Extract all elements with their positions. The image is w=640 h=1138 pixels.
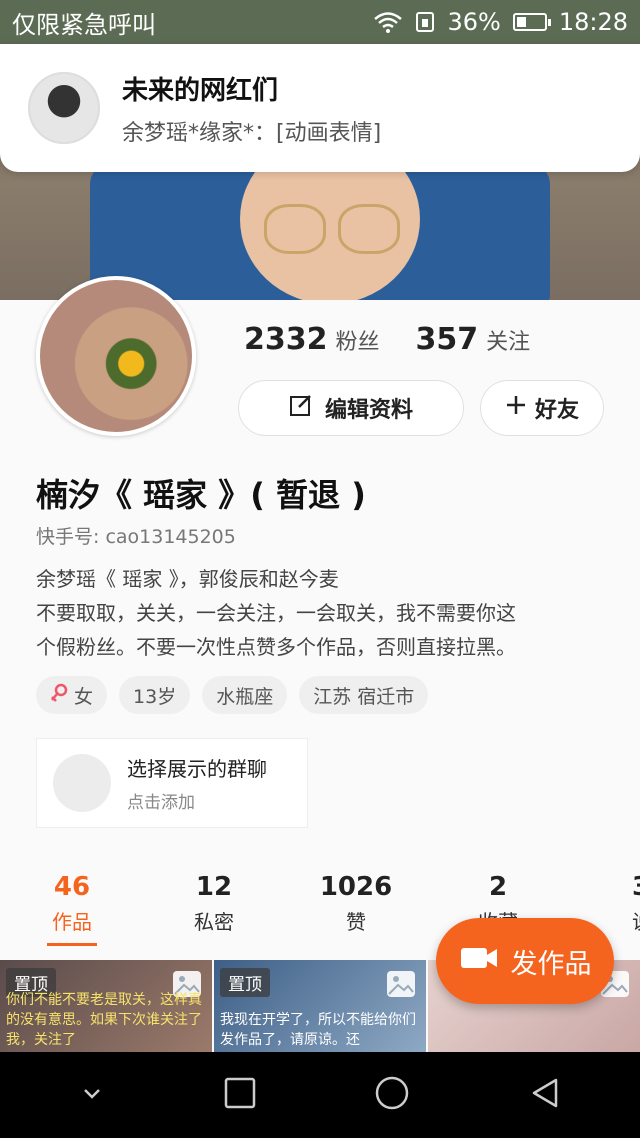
- wifi-icon: [373, 11, 403, 33]
- tab-label: 作品: [52, 910, 92, 934]
- work-thumbnail[interactable]: 置顶 我现在开学了，所以不能给你们发作品了，请原谅。还: [214, 960, 426, 1052]
- tab-count: 1026: [319, 872, 393, 902]
- tab-label: 私密: [194, 910, 234, 934]
- tab-likes[interactable]: 1026 赞: [296, 872, 416, 935]
- gender-label: 女: [74, 685, 94, 708]
- tab-count: 46: [53, 872, 91, 902]
- kuaishou-id: 快手号: cao13145205: [36, 526, 236, 548]
- notification-banner[interactable]: 未来的网红们 余梦瑶*缘家*：[动画表情]: [0, 44, 640, 172]
- gender-tag: 女: [36, 676, 108, 714]
- chevron-down-icon[interactable]: [78, 1079, 106, 1111]
- group-subtitle: 点击添加: [127, 793, 195, 813]
- edit-profile-button[interactable]: 编辑资料: [238, 380, 464, 436]
- zodiac-tag: 水瓶座: [202, 676, 288, 714]
- work-caption: 我现在开学了，所以不能给你们发作品了，请原谅。还: [220, 1012, 416, 1048]
- tab-active-indicator: [47, 943, 97, 946]
- video-camera-icon: [459, 944, 499, 979]
- battery-icon: [512, 13, 551, 31]
- profile-stats: 2332 粉丝 357 关注: [244, 322, 530, 357]
- followers-stat[interactable]: 2332 粉丝: [244, 322, 380, 357]
- bio-line: 余梦瑶《 瑶家 》，郭俊辰和赵今麦: [36, 567, 339, 591]
- notification-avatar: [28, 72, 100, 144]
- tab-label: 赞: [346, 910, 366, 934]
- bio-line: 个假粉丝。不要一次性点赞多个作品，否则直接拉黑。: [36, 635, 516, 659]
- profile-bio: 余梦瑶《 瑶家 》，郭俊辰和赵今麦 不要取取，关关，一会关注，一会取关，我不需要…: [36, 562, 616, 664]
- recent-apps-icon[interactable]: [223, 1076, 257, 1114]
- sim-icon: [415, 11, 435, 33]
- cover-glasses-left: [264, 204, 326, 254]
- tab-works[interactable]: 46 作品: [12, 872, 132, 946]
- profile-name: 楠汐《 瑶家 》( 暂退 ): [36, 476, 366, 514]
- system-nav-bar: [0, 1052, 640, 1138]
- following-stat[interactable]: 357 关注: [416, 322, 531, 357]
- status-bar: 仅限紧急呼叫 36% 18:28: [0, 0, 640, 44]
- publish-button[interactable]: 发作品: [436, 918, 614, 1004]
- publish-label: 发作品: [510, 948, 592, 980]
- work-thumbnail[interactable]: 置顶 你们不能不要老是取关，这样真的没有意思。如果下次谁关注了我，关注了: [0, 960, 212, 1052]
- following-count: 357: [415, 322, 479, 357]
- followers-label: 粉丝: [335, 330, 380, 355]
- notification-title: 未来的网红们: [122, 75, 279, 106]
- followers-count: 2332: [244, 322, 328, 357]
- battery-percent: 36%: [447, 8, 501, 36]
- notification-message: 余梦瑶*缘家*：[动画表情]: [122, 120, 382, 146]
- work-caption: 你们不能不要老是取关，这样真的没有意思。如果下次谁关注了我，关注了: [6, 992, 202, 1048]
- plus-icon: [505, 394, 527, 422]
- group-title: 选择展示的群聊: [127, 757, 267, 781]
- tab-count: 3: [632, 872, 640, 902]
- avatar[interactable]: [36, 276, 196, 436]
- carrier-text: 仅限紧急呼叫: [12, 10, 156, 39]
- tab-count: 12: [195, 872, 233, 902]
- clock: 18:28: [558, 8, 628, 36]
- back-icon[interactable]: [528, 1076, 562, 1114]
- edit-icon: [289, 393, 313, 423]
- add-friend-button[interactable]: 好友: [480, 380, 604, 436]
- add-friend-label: 好友: [534, 398, 579, 423]
- pinned-badge: 置顶: [220, 968, 270, 997]
- female-icon: [50, 683, 68, 708]
- following-label: 关注: [486, 330, 531, 355]
- cover-glasses-right: [338, 204, 400, 254]
- battery-fill: [516, 17, 526, 27]
- group-avatar-placeholder: [53, 754, 111, 812]
- location-tag: 江苏 宿迁市: [299, 676, 429, 714]
- tab-private[interactable]: 12 私密: [154, 872, 274, 935]
- tab-label: 说: [632, 906, 640, 935]
- tab-count: 2: [488, 872, 508, 902]
- age-tag: 13岁: [119, 676, 191, 714]
- home-icon[interactable]: [373, 1074, 411, 1116]
- group-chat-card[interactable]: 选择展示的群聊 点击添加: [36, 738, 308, 828]
- bio-line: 不要取取，关关，一会关注，一会取关，我不需要你这: [36, 601, 516, 625]
- image-icon: [386, 970, 416, 1002]
- profile-tags: 女 13岁 水瓶座 江苏 宿迁市: [36, 676, 429, 714]
- edit-profile-label: 编辑资料: [324, 398, 413, 423]
